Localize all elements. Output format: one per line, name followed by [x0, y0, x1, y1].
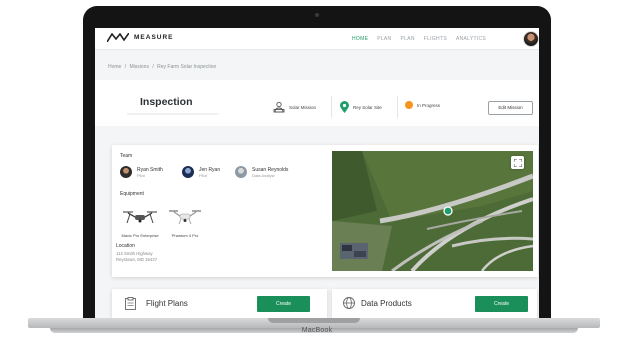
mission-status: In Progress — [405, 101, 440, 109]
map-pin-icon — [340, 101, 349, 113]
create-data-product-button[interactable]: Create — [475, 296, 528, 312]
address-line-2: Reystown, MD 15437 — [116, 256, 158, 262]
person-icon — [273, 101, 285, 113]
site-map[interactable] — [332, 151, 533, 271]
divider — [397, 96, 398, 118]
breadcrumb-missions[interactable]: Missions — [130, 64, 149, 70]
create-flight-plan-button[interactable]: Create — [257, 296, 310, 312]
nav-item-flights[interactable]: FLIGHTS — [424, 36, 447, 42]
edit-mission-button[interactable]: Edit Mission — [488, 101, 533, 115]
nav-item-analytics[interactable]: ANALYTICS — [456, 36, 486, 42]
divider — [331, 96, 332, 118]
member-role: Pilot — [137, 172, 145, 178]
member-name: Ryan Smith — [137, 166, 163, 173]
breadcrumb-separator: / — [152, 64, 154, 70]
breadcrumb-home[interactable]: Home — [108, 64, 121, 70]
breadcrumb-current: Rey Farm Solar Inspection — [157, 64, 217, 70]
main-nav: HOME PLAN PLAN FLIGHTS ANALYTICS — [352, 36, 486, 42]
camera-icon — [315, 13, 319, 17]
nav-item-plan[interactable]: PLAN — [400, 36, 414, 42]
globe-icon — [343, 297, 355, 309]
member-name: Susan Reynolds — [252, 166, 289, 173]
address: 112 Smith Highway Reystown, MD 15437 — [116, 251, 157, 262]
mountain-logo-icon — [107, 33, 129, 42]
member-name: Jen Ryan — [199, 166, 221, 173]
member-avatar — [235, 166, 247, 178]
nav-item-program[interactable]: PLAN — [377, 36, 391, 42]
drone-icon — [169, 210, 201, 225]
laptop-notch — [268, 318, 360, 323]
drone-icon — [123, 211, 157, 224]
equipment-name: Mavic Pro Enterprise — [121, 233, 159, 238]
address-line-1: 112 Smith Highway — [116, 251, 153, 256]
member-role: Data Analyst — [252, 172, 275, 178]
member-avatar — [120, 166, 132, 178]
breadcrumb-separator: / — [124, 64, 127, 70]
brand-name: MEASURE — [134, 34, 174, 41]
member-avatar — [182, 166, 194, 178]
flight-plans-title: Flight Plans — [146, 299, 188, 308]
page-title: Inspection — [140, 96, 193, 108]
laptop-bezel: MEASURE HOME PLAN PLAN FLIGHTS ANALYTICS… — [83, 6, 551, 328]
clipboard-icon — [125, 297, 136, 310]
nav-item-home[interactable]: HOME — [352, 36, 368, 42]
expand-map-button[interactable] — [511, 156, 524, 169]
site-label: Rey Solar Site — [353, 104, 382, 110]
title-underline — [127, 113, 219, 115]
status-label: In Progress — [417, 102, 441, 108]
team-member[interactable]: Ryan Smith Pilot — [120, 166, 163, 178]
equipment-label: Equipment — [120, 191, 144, 197]
mission-type-label: Solar Mission — [289, 104, 317, 110]
user-avatar[interactable] — [523, 31, 539, 47]
team-label: Team — [120, 153, 133, 159]
equipment-item[interactable]: Phantom 4 Pro — [162, 209, 208, 238]
satellite-map-image — [332, 151, 533, 271]
app-screen: MEASURE HOME PLAN PLAN FLIGHTS ANALYTICS… — [95, 28, 539, 318]
equipment-name: Phantom 4 Pro — [171, 233, 199, 238]
breadcrumb: Home / Missions / Rey Farm Solar Inspect… — [108, 64, 218, 70]
mission-site: Rey Solar Site — [340, 101, 382, 113]
mission-type: Solar Mission — [273, 101, 316, 113]
device-brand-label: MacBook — [301, 327, 333, 334]
top-navbar: MEASURE HOME PLAN PLAN FLIGHTS ANALYTICS — [95, 28, 539, 50]
equipment-item[interactable]: Mavic Pro Enterprise — [117, 209, 163, 238]
location-label: Location — [116, 243, 135, 249]
team-member[interactable]: Susan Reynolds Data Analyst — [235, 166, 288, 178]
expand-icon — [513, 158, 522, 167]
status-dot-icon — [405, 101, 413, 109]
team-member[interactable]: Jen Ryan Pilot — [182, 166, 220, 178]
data-products-title: Data Products — [361, 299, 412, 308]
logo[interactable]: MEASURE — [107, 33, 174, 42]
member-role: Pilot — [199, 172, 207, 178]
